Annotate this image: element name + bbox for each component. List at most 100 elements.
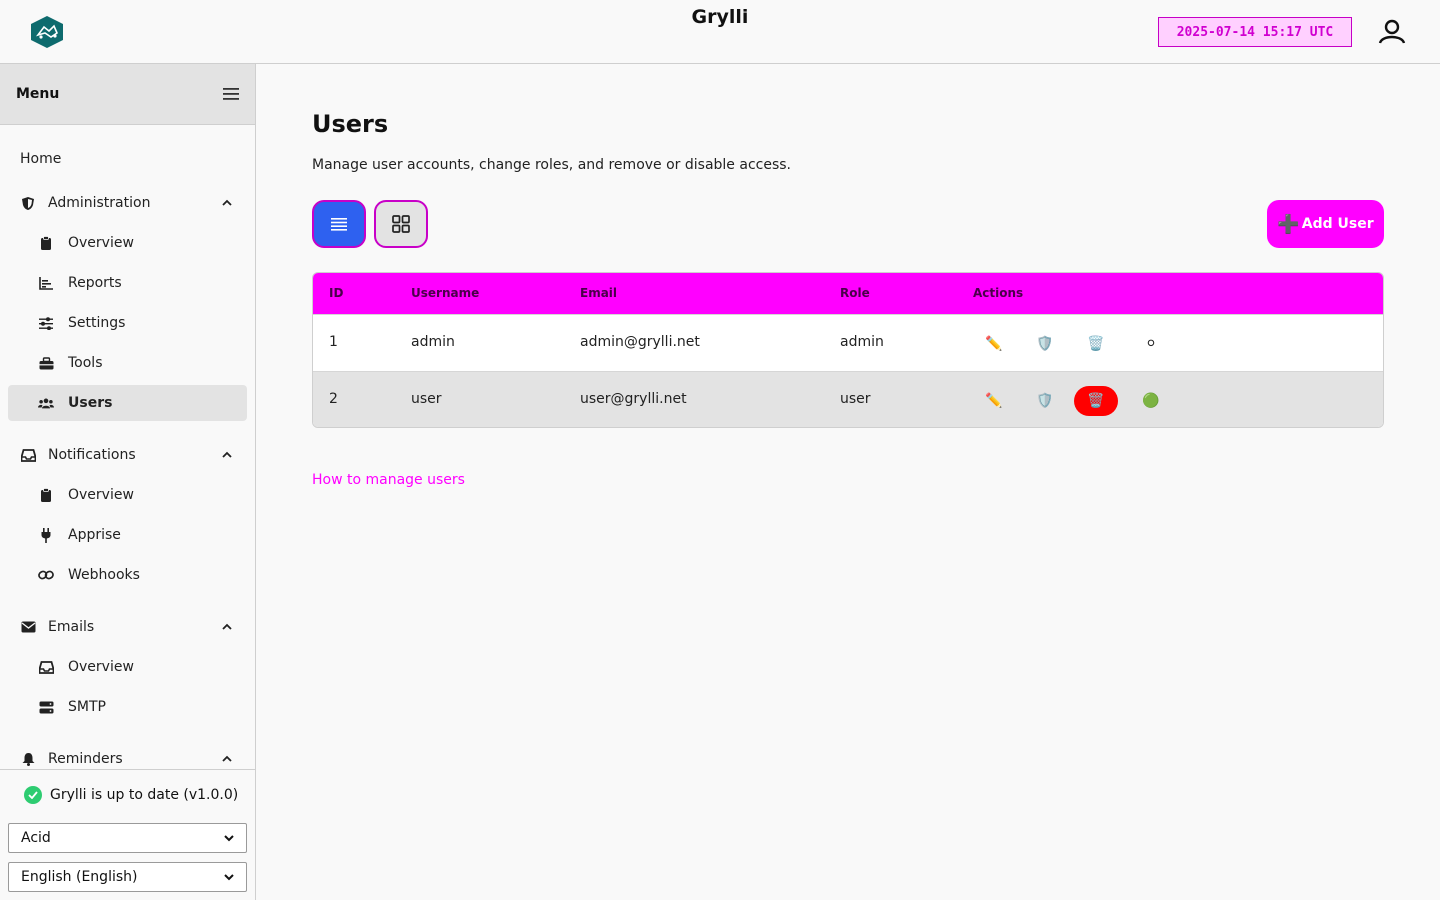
sidebar-item-label: Users	[68, 395, 113, 411]
list-view-button[interactable]	[312, 200, 366, 248]
plug-icon	[38, 527, 54, 543]
column-header-actions: Actions	[973, 286, 1024, 300]
sidebar-section-emails[interactable]: Emails	[8, 609, 247, 645]
theme-select[interactable]: Acid	[8, 823, 247, 853]
column-header-id[interactable]: ID	[329, 286, 343, 300]
help-link[interactable]: How to manage users	[312, 472, 465, 488]
sidebar-item-label: Reports	[68, 275, 122, 291]
inbox-icon	[38, 659, 54, 675]
chevron-up-icon	[222, 199, 232, 206]
delete-user-button[interactable]: 🗑️	[1074, 386, 1118, 416]
sidebar-item-label: Overview	[68, 235, 134, 251]
users-table: ID Username Email Role Actions 1 admin a…	[312, 272, 1384, 428]
main-content: Users Manage user accounts, change roles…	[256, 64, 1440, 900]
change-role-button[interactable]: 🛡️	[1023, 329, 1067, 359]
sidebar-item-notifications-overview[interactable]: Overview	[8, 477, 247, 513]
page-title: Users	[312, 110, 389, 138]
cell-role: user	[840, 391, 871, 407]
cell-email: admin@grylli.net	[580, 334, 700, 350]
clipboard-icon	[38, 487, 54, 503]
sidebar-section-reminders[interactable]: Reminders	[8, 741, 247, 769]
sidebar-section-label: Notifications	[48, 447, 136, 463]
grid-view-button[interactable]	[374, 200, 428, 248]
shield-icon	[20, 195, 36, 211]
toggle-user-status-button[interactable]: ⚪	[1129, 329, 1173, 359]
sidebar-item-label: Webhooks	[68, 567, 140, 583]
sidebar-section-administration[interactable]: Administration	[8, 185, 247, 221]
list-icon	[331, 218, 347, 231]
sidebar-item-label: Overview	[68, 487, 134, 503]
sidebar-section-label: Emails	[48, 619, 95, 635]
add-user-label: Add User	[1301, 216, 1374, 232]
sidebar-header: Menu	[0, 64, 255, 125]
chevron-down-icon	[224, 874, 234, 881]
change-role-button[interactable]: 🛡️	[1023, 386, 1067, 416]
chart-icon	[38, 275, 54, 291]
grid-icon	[392, 215, 410, 233]
sidebar-section-label: Reminders	[48, 751, 123, 767]
hamburger-menu-icon[interactable]	[223, 87, 239, 101]
sidebar-item-emails-overview[interactable]: Overview	[8, 649, 247, 685]
sidebar-item-label: Overview	[68, 659, 134, 675]
theme-select-value: Acid	[21, 830, 51, 846]
users-icon	[38, 395, 54, 411]
sidebar-item-tools[interactable]: Tools	[8, 345, 247, 381]
toggle-user-status-button[interactable]: 🟢	[1129, 386, 1173, 416]
column-header-username[interactable]: Username	[411, 286, 479, 300]
sidebar-item-label: Settings	[68, 315, 126, 331]
check-circle-icon	[24, 786, 42, 804]
envelope-icon	[20, 619, 36, 635]
page-description: Manage user accounts, change roles, and …	[312, 157, 791, 173]
sidebar-footer: Grylli is up to date (v1.0.0) Acid Engli…	[0, 769, 255, 900]
sidebar-section-notifications[interactable]: Notifications	[8, 437, 247, 473]
sidebar-item-reports[interactable]: Reports	[8, 265, 247, 301]
sidebar-item-admin-overview[interactable]: Overview	[8, 225, 247, 261]
sidebar-item-smtp[interactable]: SMTP	[8, 689, 247, 725]
datetime-badge: 2025-07-14 15:17 UTC	[1158, 17, 1352, 47]
user-account-icon[interactable]	[1377, 18, 1407, 46]
server-icon	[38, 699, 54, 715]
sidebar-item-apprise[interactable]: Apprise	[8, 517, 247, 553]
sidebar-item-label: SMTP	[68, 699, 106, 715]
menu-title: Menu	[16, 86, 60, 102]
sidebar-item-label: Apprise	[68, 527, 121, 543]
edit-user-button[interactable]: ✏️	[972, 329, 1016, 359]
chevron-up-icon	[222, 755, 232, 762]
top-bar: Grylli 2025-07-14 15:17 UTC	[0, 0, 1440, 64]
sidebar-item-settings[interactable]: Settings	[8, 305, 247, 341]
chevron-down-icon	[224, 835, 234, 842]
sidebar-item-users[interactable]: Users	[8, 385, 247, 421]
cell-username: user	[411, 391, 442, 407]
delete-user-button[interactable]: 🗑️	[1074, 329, 1118, 359]
sidebar-section-label: Administration	[48, 195, 151, 211]
table-header: ID Username Email Role Actions	[313, 273, 1383, 314]
sidebar-item-label: Home	[20, 151, 62, 167]
edit-user-button[interactable]: ✏️	[972, 386, 1016, 416]
add-user-button[interactable]: ➕ Add User	[1267, 200, 1384, 248]
column-header-role[interactable]: Role	[840, 286, 870, 300]
link-icon	[38, 567, 54, 583]
update-status: Grylli is up to date (v1.0.0)	[24, 786, 238, 804]
inbox-icon	[20, 447, 36, 463]
cell-id: 2	[329, 391, 338, 407]
table-row: 1 admin admin@grylli.net admin ✏️ 🛡️ 🗑️ …	[313, 314, 1383, 371]
clipboard-icon	[38, 235, 54, 251]
sidebar-item-home[interactable]: Home	[8, 141, 247, 177]
plus-icon: ➕	[1277, 213, 1300, 235]
chevron-up-icon	[222, 623, 232, 630]
column-header-email[interactable]: Email	[580, 286, 617, 300]
chevron-up-icon	[222, 451, 232, 458]
sidebar: Menu Home Administration Overview Report…	[0, 64, 256, 900]
sidebar-nav: Home Administration Overview Reports Set…	[0, 126, 255, 769]
sliders-icon	[38, 315, 54, 331]
cell-role: admin	[840, 334, 884, 350]
cell-id: 1	[329, 334, 338, 350]
language-select-value: English (English)	[21, 869, 138, 885]
language-select[interactable]: English (English)	[8, 862, 247, 892]
sidebar-item-webhooks[interactable]: Webhooks	[8, 557, 247, 593]
bell-icon	[20, 751, 36, 767]
update-status-text: Grylli is up to date (v1.0.0)	[50, 787, 239, 803]
cell-email: user@grylli.net	[580, 391, 687, 407]
toolbox-icon	[38, 355, 54, 371]
cell-username: admin	[411, 334, 455, 350]
